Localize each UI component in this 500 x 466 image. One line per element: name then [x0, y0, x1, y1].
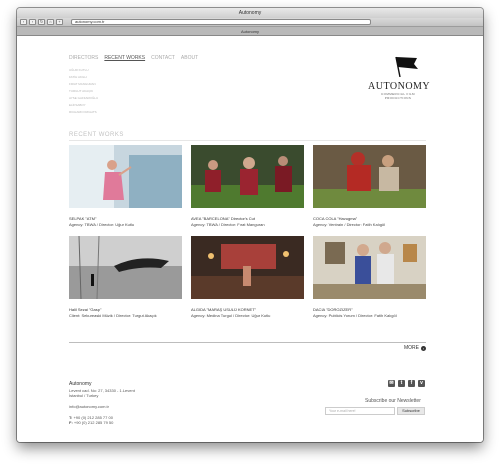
- work-thumbnail[interactable]: [191, 236, 304, 299]
- work-thumbnail[interactable]: [313, 145, 426, 208]
- arrow-right-icon[interactable]: ›: [421, 345, 426, 351]
- work-agency: Agency: TBWA / Director: Uğur Kutlu: [69, 222, 135, 227]
- section-divider: [69, 140, 426, 141]
- directors-subnav: UĞUR KUTLU FATİH AKILLI FIRAT MANGURAN T…: [69, 67, 98, 116]
- subnav-item[interactable]: AYSE GAFFAROĞLU: [69, 95, 98, 102]
- back-icon[interactable]: ‹: [20, 19, 27, 25]
- subnav-item[interactable]: FIRAT MANGURAN: [69, 81, 98, 88]
- work-agency: Agency: Ventrain / Director: Fatih Kalıg…: [313, 222, 386, 227]
- vimeo-icon[interactable]: v: [418, 380, 425, 387]
- reload-icon[interactable]: ↻: [38, 19, 45, 25]
- footer-company: Autonomy: [69, 381, 92, 387]
- work-agency: Agency: Medina Turgul / Director: Uğur K…: [191, 313, 271, 318]
- footer-fax: +90 (0) 212 285 79 50: [73, 420, 114, 425]
- work-title[interactable]: DACIA "DOROZIZER": [313, 307, 426, 312]
- browser-window: Autonomy ‹ › ↻ ⌂ + autonomy.com.tr Auton…: [17, 8, 483, 442]
- more-divider: [69, 342, 426, 343]
- subnav-item[interactable]: FATİH AKILLI: [69, 74, 98, 81]
- home-icon[interactable]: ⌂: [47, 19, 54, 25]
- work-title[interactable]: Halil Sezai "Gasp": [69, 307, 182, 312]
- work-item[interactable]: AVEA "BARCELONA" Director's Cut Agency: …: [191, 145, 304, 227]
- work-item[interactable]: SELPAK "ATM" Agency: TBWA / Director: Uğ…: [69, 145, 182, 227]
- window-title: Autonomy: [17, 8, 483, 18]
- flag-icon: [394, 56, 418, 78]
- nav-directors[interactable]: DIRECTORS: [69, 55, 98, 61]
- more-button[interactable]: MORE ›: [404, 345, 426, 351]
- subnav-item[interactable]: UĞUR KUTLU: [69, 67, 98, 74]
- logo-text: AUTONOMY: [368, 81, 431, 92]
- work-title[interactable]: AVEA "BARCELONA" Director's Cut: [191, 216, 304, 221]
- work-thumbnail[interactable]: [69, 235, 182, 300]
- works-grid: SELPAK "ATM" Agency: TBWA / Director: Uğ…: [69, 145, 426, 318]
- facebook-icon[interactable]: f: [408, 380, 415, 387]
- work-thumbnail[interactable]: [69, 145, 182, 208]
- work-agency: Client: Sekureaski Müzik / Director: Tur…: [69, 313, 157, 318]
- work-thumbnail[interactable]: [191, 145, 304, 208]
- section-title: RECENT WORKS: [69, 132, 124, 138]
- work-item[interactable]: COCA COLA "Havugma" Agency: Ventrain / D…: [313, 145, 426, 227]
- address-bar[interactable]: autonomy.com.tr: [71, 19, 371, 25]
- footer-contact: Autonomy Levent cad. No: 27, 34330 - 1.L…: [69, 381, 135, 426]
- work-title[interactable]: SELPAK "ATM": [69, 216, 182, 221]
- mail-icon[interactable]: ✉: [388, 380, 395, 387]
- newsletter-label: Subscribe our Newsletter: [365, 398, 421, 404]
- tab-autonomy[interactable]: Autonomy: [17, 27, 483, 36]
- fax-label: F:: [69, 420, 73, 425]
- web-page: DIRECTORS RECENT WORKS CONTACT ABOUT UĞU…: [17, 36, 483, 442]
- autonomy-logo[interactable]: AUTONOMY COMMERCIAL FILM PRODUCTIONS: [368, 55, 431, 100]
- work-title[interactable]: ALGIDA "MARAŞ USULÜ KORNET": [191, 307, 304, 312]
- work-agency: Agency: Publicis Yorum / Director: Fatih…: [313, 313, 397, 318]
- newsletter-email-input[interactable]: Your e-mail here!: [325, 407, 395, 415]
- logo-subtitle: COMMERCIAL FILM PRODUCTIONS: [381, 92, 415, 100]
- browser-toolbar: ‹ › ↻ ⌂ + autonomy.com.tr: [17, 18, 483, 27]
- nav-contact[interactable]: CONTACT: [151, 55, 175, 61]
- more-label[interactable]: MORE: [404, 345, 419, 351]
- work-agency: Agency: TBWA / Director: Fırat Manguran: [191, 222, 265, 227]
- subnav-item[interactable]: ELİFSABOY: [69, 102, 98, 109]
- subnav-item[interactable]: RICHARD FRIGHTS: [69, 109, 98, 116]
- twitter-icon[interactable]: t: [398, 380, 405, 387]
- subscribe-button[interactable]: Subscribe: [397, 407, 425, 415]
- work-title[interactable]: COCA COLA "Havugma": [313, 216, 426, 221]
- main-nav: DIRECTORS RECENT WORKS CONTACT ABOUT: [69, 55, 198, 61]
- nav-about[interactable]: ABOUT: [181, 55, 198, 61]
- nav-recent-works[interactable]: RECENT WORKS: [104, 55, 145, 61]
- work-item[interactable]: DACIA "DOROZIZER" Agency: Publicis Yorum…: [313, 236, 426, 318]
- work-item[interactable]: ALGIDA "MARAŞ USULÜ KORNET" Agency: Medi…: [191, 236, 304, 318]
- work-item[interactable]: Halil Sezai "Gasp" Client: Sekureaski Mü…: [69, 235, 182, 318]
- social-links: ✉ t f v: [388, 380, 425, 387]
- share-icon[interactable]: +: [56, 19, 63, 25]
- work-thumbnail[interactable]: [313, 236, 426, 299]
- forward-icon[interactable]: ›: [29, 19, 36, 25]
- subnav-item[interactable]: TURGUT AKAÇIK: [69, 88, 98, 95]
